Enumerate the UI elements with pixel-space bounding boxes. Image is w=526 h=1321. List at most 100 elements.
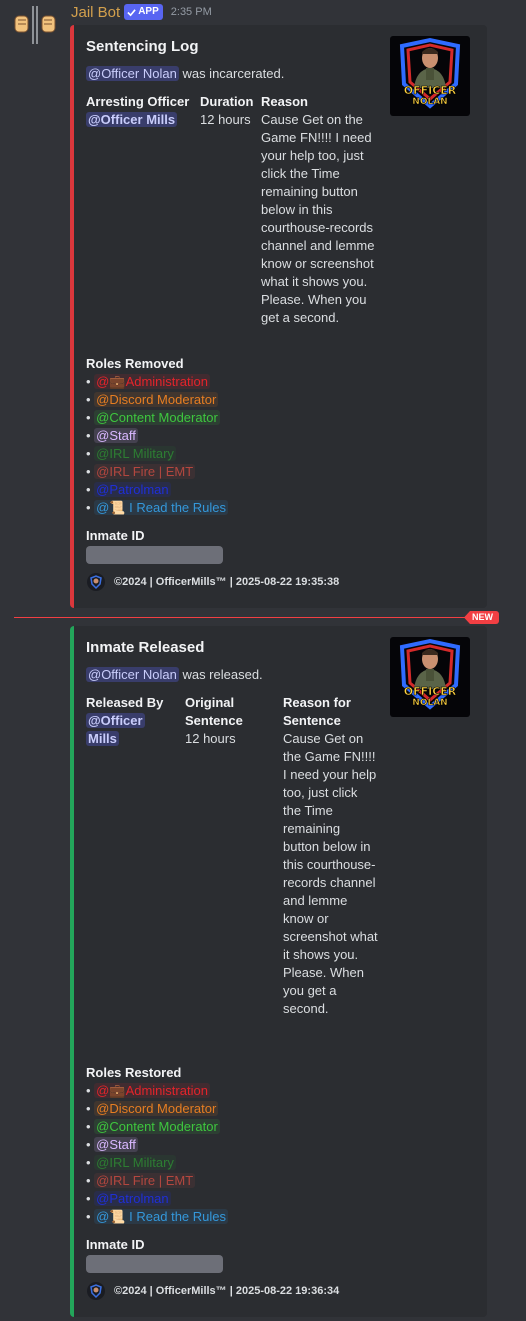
role-list-item: • @📜 I Read the Rules [86,1208,229,1226]
description-text: was incarcerated. [182,66,285,81]
role-prefix: @ [96,1137,110,1152]
bullet: • [86,1119,95,1134]
officer-thumbnail[interactable]: OFFICER NOLAN [390,36,470,116]
officer-mention-cont[interactable]: Mills [86,731,119,746]
field-label-cont: Sentence [185,713,243,728]
role-name: IRL Military [109,446,174,461]
role-name: Staff [109,1137,136,1152]
embed-description: @Officer Nolan was released. [86,667,263,682]
field-label: Inmate ID [86,1237,145,1252]
role-name: Patrolman [109,482,169,497]
role-mention[interactable]: @Patrolman [94,1191,171,1206]
role-mention[interactable]: @Discord Moderator [94,392,219,407]
bot-name[interactable]: Jail Bot [71,4,120,21]
role-name: Patrolman [109,1191,169,1206]
field-released-by: Released By @Officer Mills [86,694,163,748]
role-list-item: • @IRL Military [86,1154,228,1172]
role-name: IRL Fire | EMT [109,464,194,479]
role-mention[interactable]: @IRL Fire | EMT [94,1173,196,1188]
inmate-id-spoiler[interactable] [86,546,223,564]
role-mention[interactable]: @Content Moderator [94,410,220,425]
role-mention[interactable]: @IRL Fire | EMT [94,464,196,479]
role-mention[interactable]: @📜 I Read the Rules [94,1209,229,1224]
handcuffs-icon[interactable] [12,6,56,44]
role-mention[interactable]: @Discord Moderator [94,1101,219,1116]
role-list-item: • @Patrolman [86,1190,228,1208]
role-emoji-icon: 📜 [109,500,126,515]
role-name: Content Moderator [109,410,218,425]
role-mention[interactable]: @Content Moderator [94,1119,220,1134]
embed-footer: ©2024 | OfficerMills™ | 2025-08-22 19:36… [86,1281,339,1301]
role-mention[interactable]: @📜 I Read the Rules [94,500,229,515]
message-header: Jail Bot APP 2:35 PM [71,3,212,21]
bullet: • [86,1137,95,1152]
message-timestamp: 2:35 PM [170,6,212,18]
officer-mention[interactable]: @Officer Mills [86,112,178,127]
role-prefix: @ [96,446,110,461]
field-value: Cause Get on the Game FN!!!! I need your… [283,731,378,1016]
role-mention[interactable]: @Staff [94,1137,138,1152]
inmate-id-label: Inmate ID [86,527,145,545]
role-prefix: @ [96,1083,110,1098]
bullet: • [86,1173,95,1188]
embed-title: Inmate Released [86,639,205,656]
role-list-item: • @Discord Moderator [86,391,228,409]
role-mention[interactable]: @IRL Military [94,1155,176,1170]
bullet: • [86,1155,95,1170]
field-label: Roles Removed [86,356,184,371]
field-reason: Reason Cause Get on the Game FN!!!! I ne… [261,93,379,327]
officer-thumbnail[interactable]: OFFICER NOLAN [390,637,470,717]
field-label: Released By [86,695,164,710]
field-value: 12 hours [200,112,251,127]
role-mention[interactable]: @💼Administration [94,374,210,389]
inmate-id-label: Inmate ID [86,1236,145,1254]
role-prefix: @ [96,1101,110,1116]
footer-text: ©2024 | OfficerMills™ | 2025-08-22 19:36… [114,1285,340,1297]
role-prefix: @ [96,374,110,389]
bullet: • [86,482,95,497]
role-name: I Read the Rules [125,1209,227,1224]
role-mention[interactable]: @IRL Military [94,446,176,461]
bullet: • [86,1101,95,1116]
role-prefix: @ [96,1119,110,1134]
bullet: • [86,428,95,443]
role-list-item: • @Content Moderator [86,409,228,427]
bullet: • [86,374,95,389]
role-prefix: @ [96,464,110,479]
role-mention[interactable]: @Staff [94,428,138,443]
field-arresting-officer: Arresting Officer @Officer Mills [86,93,189,129]
role-mention[interactable]: @Patrolman [94,482,171,497]
field-label: Duration [200,94,254,109]
embed-title: Sentencing Log [86,38,199,55]
new-badge: NEW [464,611,499,624]
thumbnail-text-line1: OFFICER [404,84,457,97]
role-name: Administration [125,374,208,389]
role-list-item: • @Content Moderator [86,1118,228,1136]
officer-mention[interactable]: @Officer [86,713,145,728]
role-mention[interactable]: @💼Administration [94,1083,210,1098]
field-label: Roles Restored [86,1065,182,1080]
user-mention[interactable]: @Officer Nolan [86,66,179,81]
thumbnail-text-line1: OFFICER [404,685,457,698]
role-list-item: • @IRL Military [86,445,228,463]
bullet: • [86,392,95,407]
user-mention[interactable]: @Officer Nolan [86,667,179,682]
embed-description: @Officer Nolan was incarcerated. [86,66,284,81]
role-prefix: @ [96,482,110,497]
role-emoji-icon: 💼 [109,1083,126,1098]
role-prefix: @ [96,1191,110,1206]
bullet: • [86,410,95,425]
app-badge: APP [124,4,163,20]
role-prefix: @ [96,1155,110,1170]
role-name: Discord Moderator [109,392,217,407]
footer-text: ©2024 | OfficerMills™ | 2025-08-22 19:35… [114,576,340,588]
inmate-id-spoiler[interactable] [86,1255,223,1273]
field-original-sentence: Original Sentence 12 hours [185,694,243,748]
field-label: Reason [261,94,308,109]
role-name: I Read the Rules [125,500,227,515]
role-emoji-icon: 📜 [109,1209,126,1224]
role-list-item: • @💼Administration [86,373,228,391]
field-label: Original [185,695,235,710]
role-list-item: • @Discord Moderator [86,1100,228,1118]
role-prefix: @ [96,428,110,443]
